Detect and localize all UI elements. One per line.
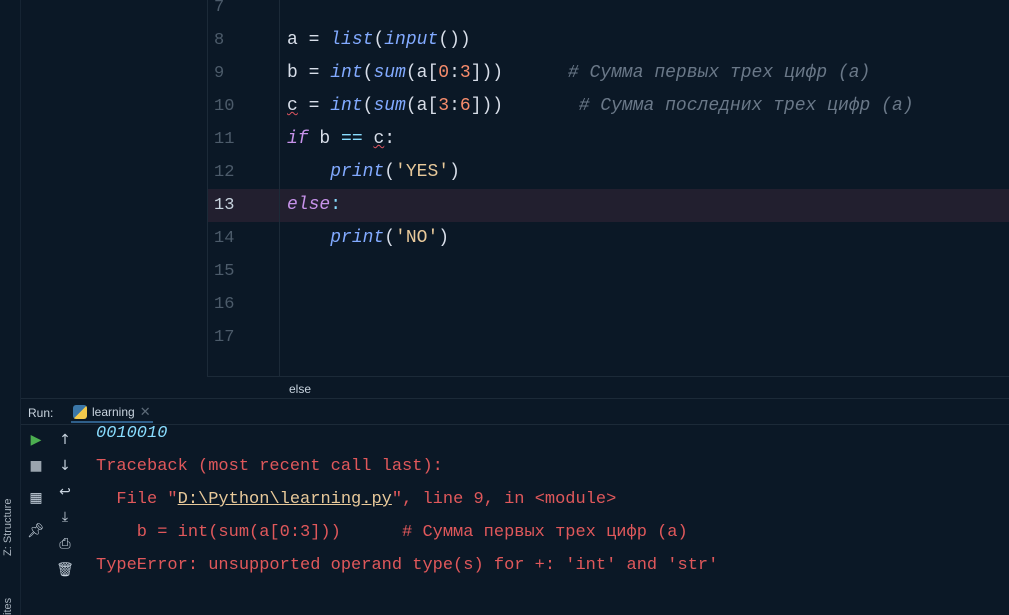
token: print xyxy=(330,228,385,248)
code-line-8[interactable]: a = list(input()) xyxy=(287,24,471,57)
token: ( xyxy=(373,30,385,50)
text: ", line 9, in <module> xyxy=(391,490,617,509)
token: sum xyxy=(373,96,406,116)
token: ) xyxy=(438,228,450,248)
token: b xyxy=(308,129,342,149)
console-error: TypeError: unsupported operand type(s) f… xyxy=(96,556,719,575)
token: else xyxy=(287,195,331,215)
comment: # Сумма последних трех цифр (a) xyxy=(503,96,914,116)
line-number: 12 xyxy=(214,163,235,182)
token: 3 xyxy=(459,63,471,83)
breadcrumb-item[interactable]: else xyxy=(289,382,311,396)
pin-icon[interactable]: 📌︎ xyxy=(27,522,45,540)
token: int xyxy=(330,63,363,83)
code-line-10[interactable]: c = int(sum(a[3:6])) # Сумма последних т… xyxy=(287,90,914,123)
token: ) xyxy=(449,162,460,182)
token: == xyxy=(341,129,363,149)
left-tool-strip: Z: Structure ites xyxy=(0,0,21,615)
token: c xyxy=(287,96,298,116)
line-number: 9 xyxy=(214,64,225,83)
line-number: 7 xyxy=(214,0,225,17)
console-traceback: Traceback (most recent call last): xyxy=(96,457,443,476)
text: File " xyxy=(96,490,178,509)
token: int xyxy=(330,96,363,116)
token: 'YES' xyxy=(395,162,450,182)
line-number: 10 xyxy=(214,97,235,116)
python-icon xyxy=(73,405,87,419)
token: 6 xyxy=(459,96,471,116)
token: 'NO' xyxy=(395,228,439,248)
breadcrumb: else xyxy=(207,376,1009,398)
line-number-current: 13 xyxy=(214,196,235,215)
token: ( xyxy=(362,96,374,116)
file-link[interactable]: D:\Python\learning.py xyxy=(178,490,392,509)
comment: # Сумма первых трех цифр (a) xyxy=(503,63,871,83)
arrow-down-icon[interactable]: ↓ xyxy=(56,457,74,475)
console-file-line: File "D:\Python\learning.py", line 9, in… xyxy=(96,483,616,516)
token: ])) xyxy=(470,96,504,116)
run-toolbar: Run: learning ✕ xyxy=(21,398,1009,425)
line-number: 15 xyxy=(214,262,235,281)
token: (a[ xyxy=(405,63,439,83)
token: 3 xyxy=(438,96,450,116)
run-label: Run: xyxy=(28,406,54,420)
token: if xyxy=(287,129,309,149)
console-input-echo: 0010010 xyxy=(96,424,168,443)
rerun-icon[interactable]: ▶ xyxy=(27,431,45,449)
token: print xyxy=(330,162,385,182)
token: b xyxy=(287,63,298,83)
token: = xyxy=(297,30,331,50)
token: = xyxy=(297,96,331,116)
token: 0 xyxy=(438,63,450,83)
scroll-to-end-icon[interactable]: ⤓ xyxy=(56,508,74,526)
token: ( xyxy=(362,63,374,83)
line-number: 8 xyxy=(214,31,225,50)
code-line-13[interactable]: else: xyxy=(287,189,341,222)
token: ( xyxy=(384,162,396,182)
token: ( xyxy=(384,228,396,248)
console-code-line: b = int(sum(a[0:3])) # Сумма первых трех… xyxy=(96,523,688,542)
token: sum xyxy=(373,63,406,83)
token: c xyxy=(373,129,385,149)
token: (a[ xyxy=(405,96,439,116)
structure-tool-button[interactable]: Z: Structure xyxy=(2,499,14,556)
token: a xyxy=(287,30,298,50)
token: list xyxy=(330,30,374,50)
token: : xyxy=(449,63,460,83)
code-line-14[interactable]: print('NO') xyxy=(287,222,449,255)
print-icon[interactable]: ⎙ xyxy=(56,535,74,553)
token: : xyxy=(330,195,342,215)
token: ])) xyxy=(470,63,504,83)
line-number: 17 xyxy=(214,328,235,347)
stop-icon[interactable]: ■ xyxy=(27,457,45,475)
arrow-up-icon[interactable]: ↑ xyxy=(56,431,74,449)
code-line-11[interactable]: if b == c: xyxy=(287,123,395,156)
line-number: 11 xyxy=(214,130,235,149)
line-number: 16 xyxy=(214,295,235,314)
line-number: 14 xyxy=(214,229,235,248)
token: : xyxy=(449,96,460,116)
layout-icon[interactable]: ▦ xyxy=(27,489,45,507)
token: : xyxy=(384,129,396,149)
favorites-tool-button[interactable]: ites xyxy=(2,598,14,615)
code-line-9[interactable]: b = int(sum(a[0:3])) # Сумма первых трех… xyxy=(287,57,870,90)
token: input xyxy=(384,30,439,50)
token: ()) xyxy=(438,30,471,50)
soft-wrap-icon[interactable]: ↩ xyxy=(56,483,74,501)
token: = xyxy=(297,63,331,83)
trash-icon[interactable]: 🗑︎ xyxy=(56,561,74,579)
code-line-12[interactable]: print('YES') xyxy=(287,156,460,189)
